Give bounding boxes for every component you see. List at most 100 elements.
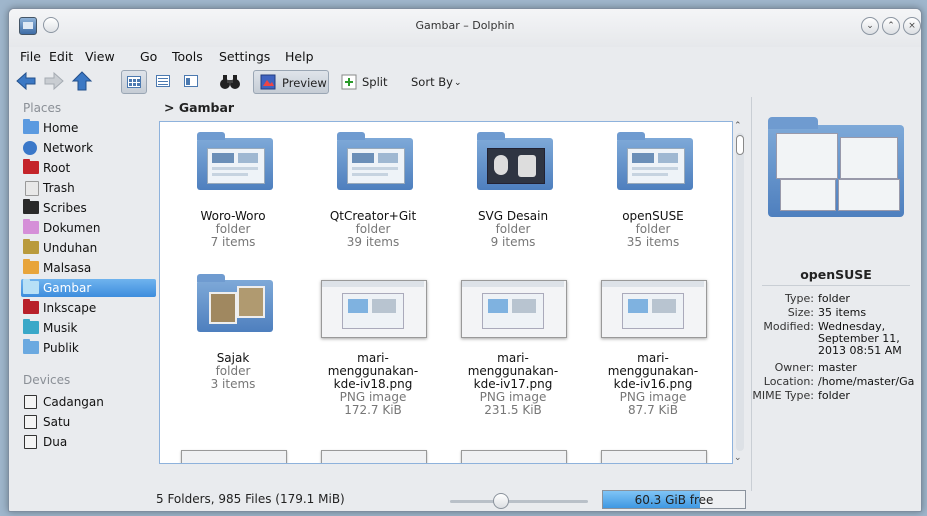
menu-file[interactable]: File bbox=[20, 49, 41, 64]
info-title: openSUSE bbox=[800, 267, 872, 282]
forward-icon[interactable] bbox=[43, 71, 65, 91]
file-detail: 9 items bbox=[490, 235, 536, 249]
up-icon[interactable] bbox=[71, 71, 93, 91]
image-thumbnail-partial[interactable] bbox=[181, 450, 287, 463]
trash-icon bbox=[25, 181, 39, 196]
breadcrumb[interactable]: > Gambar bbox=[164, 100, 234, 115]
places-item-publik[interactable]: Publik bbox=[21, 339, 156, 357]
folder-orange-icon bbox=[23, 259, 39, 274]
icons-view-icon bbox=[127, 76, 141, 88]
home-folder-icon bbox=[23, 119, 39, 134]
status-summary: 5 Folders, 985 Files (179.1 MiB) bbox=[156, 492, 345, 506]
file-detail: 35 items bbox=[626, 235, 680, 249]
info-key: Location: bbox=[763, 375, 814, 388]
maximize-button[interactable]: ⌃ bbox=[882, 17, 900, 35]
zoom-slider-handle[interactable] bbox=[493, 493, 509, 509]
image-thumbnail-partial[interactable] bbox=[321, 450, 427, 463]
info-value: 35 items bbox=[818, 306, 867, 319]
devices-heading: Devices bbox=[23, 373, 71, 387]
menu-view[interactable]: View bbox=[85, 49, 115, 64]
image-thumbnail-partial[interactable] bbox=[461, 450, 567, 463]
places-item-label: Gambar bbox=[43, 281, 92, 295]
folder-preview bbox=[762, 113, 910, 221]
vertical-scrollbar[interactable]: ⌃ ⌄ bbox=[734, 121, 746, 464]
folder-icon bbox=[473, 132, 553, 192]
info-value: Wednesday, September 11, 2013 08:51 AM bbox=[818, 320, 902, 357]
places-item-label: Home bbox=[43, 121, 79, 135]
places-item-label: Root bbox=[43, 161, 71, 175]
folder-red-icon bbox=[23, 299, 39, 314]
info-value: master bbox=[818, 361, 857, 374]
dolphin-window: Gambar – Dolphin ⌄ ⌃ × File Edit View Go… bbox=[8, 8, 922, 512]
zoom-slider-track[interactable] bbox=[450, 500, 588, 503]
menu-tools[interactable]: Tools bbox=[172, 49, 203, 64]
sort-by-button[interactable]: Sort By ⌄ bbox=[407, 70, 473, 94]
places-item-unduhan[interactable]: Unduhan bbox=[21, 239, 156, 257]
places-item-label: Malsasa bbox=[43, 261, 92, 275]
folder-pink-icon bbox=[23, 219, 39, 234]
menu-settings[interactable]: Settings bbox=[219, 49, 270, 64]
devices-item-label: Satu bbox=[43, 415, 71, 429]
places-item-scribes[interactable]: Scribes bbox=[21, 199, 156, 217]
scroll-thumb[interactable] bbox=[736, 135, 744, 155]
places-item-trash[interactable]: Trash bbox=[21, 179, 156, 197]
folder-icon bbox=[193, 132, 273, 192]
folder-icon bbox=[333, 132, 413, 192]
places-item-root[interactable]: Root bbox=[21, 159, 156, 177]
preview-label: Preview bbox=[282, 76, 327, 90]
preview-button[interactable]: Preview bbox=[253, 70, 329, 94]
places-item-network[interactable]: Network bbox=[21, 139, 156, 157]
back-icon[interactable] bbox=[15, 71, 37, 91]
image-thumbnail bbox=[321, 274, 427, 338]
places-item-label: Publik bbox=[43, 341, 79, 355]
scroll-track[interactable] bbox=[736, 133, 744, 451]
details-view-icon bbox=[184, 75, 198, 87]
info-value: /home/master/Ga bbox=[818, 375, 915, 388]
toolbar: Preview Split Sort By ⌄ bbox=[9, 67, 921, 97]
scroll-up-icon[interactable]: ⌃ bbox=[734, 121, 742, 131]
places-item-dokumen[interactable]: Dokumen bbox=[21, 219, 156, 237]
status-bar: 5 Folders, 985 Files (179.1 MiB) 60.3 Gi… bbox=[9, 489, 921, 511]
places-item-musik[interactable]: Musik bbox=[21, 319, 156, 337]
menu-bar: File Edit View Go Tools Settings Help bbox=[9, 47, 921, 67]
menu-help[interactable]: Help bbox=[285, 49, 314, 64]
globe-icon bbox=[23, 141, 37, 155]
folder-olive-icon bbox=[23, 239, 39, 254]
menu-edit[interactable]: Edit bbox=[49, 49, 73, 64]
folder-light-icon bbox=[23, 279, 39, 294]
compact-view-button[interactable] bbox=[151, 70, 177, 94]
window-title: Gambar – Dolphin bbox=[415, 19, 515, 32]
file-view[interactable]: Woro-Woro folder 7 items QtCreator+Git folde… bbox=[159, 121, 733, 464]
places-item-gambar[interactable]: Gambar bbox=[21, 279, 156, 297]
places-item-label: Inkscape bbox=[43, 301, 97, 315]
drive-icon bbox=[24, 395, 37, 409]
menu-go[interactable]: Go bbox=[140, 49, 157, 64]
info-key: Modified: bbox=[763, 320, 814, 333]
title-bar[interactable]: Gambar – Dolphin ⌄ ⌃ × bbox=[9, 9, 921, 47]
free-space-bar[interactable]: 60.3 GiB free bbox=[602, 490, 746, 509]
preview-icon bbox=[260, 74, 276, 90]
close-button[interactable]: × bbox=[903, 17, 921, 35]
devices-item-dua[interactable]: Dua bbox=[21, 433, 156, 451]
scroll-down-icon[interactable]: ⌄ bbox=[734, 453, 742, 463]
info-separator bbox=[762, 285, 910, 286]
folder-black-icon bbox=[23, 199, 39, 214]
places-item-label: Dokumen bbox=[43, 221, 101, 235]
folder-icon bbox=[193, 274, 273, 334]
icons-view-button[interactable] bbox=[121, 70, 147, 94]
places-item-label: Unduhan bbox=[43, 241, 98, 255]
details-view-button[interactable] bbox=[179, 70, 205, 94]
binoculars-icon[interactable] bbox=[219, 74, 241, 90]
split-button[interactable]: Split bbox=[337, 70, 393, 94]
places-item-home[interactable]: Home bbox=[21, 119, 156, 137]
chevron-down-icon: ⌄ bbox=[454, 78, 462, 88]
devices-item-cadangan[interactable]: Cadangan bbox=[21, 393, 156, 411]
split-label: Split bbox=[362, 75, 388, 89]
file-detail: 87.7 KiB bbox=[628, 403, 678, 417]
sort-by-label: Sort By bbox=[411, 75, 453, 89]
places-item-inkscape[interactable]: Inkscape bbox=[21, 299, 156, 317]
places-item-malsasa[interactable]: Malsasa bbox=[21, 259, 156, 277]
image-thumbnail-partial[interactable] bbox=[601, 450, 707, 463]
minimize-button[interactable]: ⌄ bbox=[861, 17, 879, 35]
devices-item-satu[interactable]: Satu bbox=[21, 413, 156, 431]
